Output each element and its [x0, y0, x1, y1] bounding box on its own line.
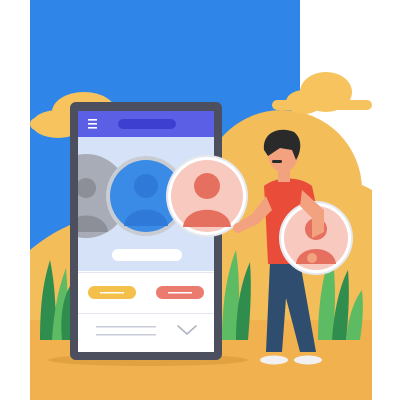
- button-red[interactable]: [156, 286, 204, 299]
- illustration-scene: [30, 0, 372, 400]
- divider-1: [78, 272, 214, 273]
- button-yellow[interactable]: [88, 286, 136, 299]
- menu-icon[interactable]: [88, 119, 97, 129]
- divider-2: [78, 313, 214, 314]
- app-title-bar: [118, 119, 176, 129]
- username-placeholder: [112, 249, 182, 261]
